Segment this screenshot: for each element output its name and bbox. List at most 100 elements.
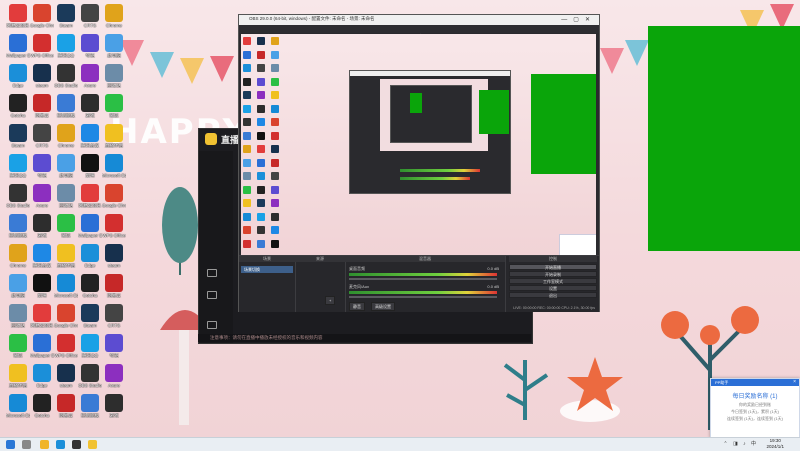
close-icon[interactable]: × [793, 379, 796, 386]
desktop-icon[interactable]: 游戏 [102, 394, 126, 418]
desktop-icon[interactable]: Gotcha [78, 274, 102, 298]
desktop-icon[interactable]: 控制面板 [54, 94, 78, 118]
desktop-icon[interactable]: Wallpaper Engine [30, 334, 54, 358]
desktop-icon[interactable]: 腾讯会议 [30, 244, 54, 268]
desktop-icon[interactable]: Chrome [102, 4, 126, 28]
desktop-icon[interactable]: Steam [6, 124, 30, 148]
desktop-icon[interactable]: 夸克 [102, 334, 126, 358]
scene-list-item[interactable]: 场景切换 [241, 266, 293, 273]
desktop-icon[interactable]: 夸克 [78, 34, 102, 58]
obs-preview-canvas[interactable] [241, 34, 596, 256]
obs-window[interactable]: OBS 29.0.0 (64-bit, windows) - 配置文件: 未命名… [238, 14, 600, 312]
desktop-icon[interactable]: Wallpaper Engine [78, 214, 102, 238]
desktop-icon[interactable]: Axure [30, 184, 54, 208]
window-icon[interactable] [207, 321, 217, 329]
desktop-icon[interactable]: 腾讯会议 [78, 124, 102, 148]
taskbar-clock[interactable]: 19:30 2024/1/1 [766, 438, 784, 450]
desktop-icon[interactable]: WPS Office [102, 214, 126, 238]
desktop-icon[interactable]: 直播伴侣 [6, 364, 30, 388]
search-icon[interactable] [22, 440, 31, 449]
desktop-icon[interactable]: 此电脑 [102, 34, 126, 58]
desktop-icon[interactable]: 微信 [54, 214, 78, 238]
desktop-icon[interactable]: Edge [6, 64, 30, 88]
notification-popup[interactable]: PP助手 × 每日奖励名称 (1) 你的奖励已经到账 今日签到 (1天)，累积 … [710, 378, 800, 438]
desktop-icon[interactable]: 腾讯QQ [78, 334, 102, 358]
image-icon[interactable] [207, 291, 217, 299]
desktop-icon[interactable]: 网易云音乐 [6, 4, 30, 28]
desktop-icon[interactable]: 网易云音乐 [30, 304, 54, 328]
desktop-icon[interactable]: CRTS [30, 124, 54, 148]
live-assistant-taskbar-icon[interactable] [88, 440, 97, 449]
desktop-icon[interactable]: 腾讯QQ [54, 34, 78, 58]
desktop-icon[interactable]: 回收站 [6, 304, 30, 328]
desktop-icon[interactable]: Chrome [6, 244, 30, 268]
system-tray[interactable]: ⌃ ◨ ♪ 中 [723, 440, 758, 447]
desktop-icon[interactable]: WPS Office [54, 334, 78, 358]
camera-icon[interactable] [207, 269, 217, 277]
desktop-icon[interactable]: 微信 [6, 334, 30, 358]
add-source-button[interactable]: + [325, 296, 336, 305]
desktop-icon[interactable]: OBS Studio [78, 364, 102, 388]
notification-app-name: PP助手 [715, 380, 729, 385]
window-controls[interactable]: —▢✕ [561, 16, 596, 23]
desktop-icon[interactable]: 直播伴侣 [54, 244, 78, 268]
desktop-icon[interactable]: 控制面板 [78, 394, 102, 418]
desktop-icon[interactable]: Axure [102, 364, 126, 388]
desktop-icon[interactable]: Axure [78, 64, 102, 88]
desktop-icon[interactable]: 微信 [102, 94, 126, 118]
desktop-icon[interactable]: 控制面板 [6, 214, 30, 238]
volume-slider[interactable] [349, 278, 497, 280]
start-recording-button[interactable]: 开始录制 [509, 271, 597, 277]
desktop-icon[interactable]: 回收站 [54, 184, 78, 208]
desktop-icon[interactable]: steam [30, 64, 54, 88]
desktop-icon[interactable]: 网易云 [54, 394, 78, 418]
desktop-icon[interactable]: Steam [78, 304, 102, 328]
desktop-icon[interactable]: Microsoft Edge [6, 394, 30, 418]
mute-button[interactable]: 静音 [349, 302, 365, 311]
desktop-icon[interactable]: 夸克 [30, 154, 54, 178]
desktop-icon[interactable]: CRTS [102, 304, 126, 328]
volume-slider[interactable] [349, 296, 497, 298]
start-streaming-button[interactable]: 开始直播 [509, 264, 597, 270]
obs-titlebar[interactable]: OBS 29.0.0 (64-bit, windows) - 配置文件: 未命名… [239, 15, 599, 25]
desktop-icon[interactable]: Gotcha [6, 94, 30, 118]
desktop-icon[interactable]: Steam [54, 4, 78, 28]
desktop-icon[interactable]: 游戏 [30, 214, 54, 238]
desktop-icon-label: Chrome [57, 143, 74, 148]
exit-button[interactable]: 退出 [509, 292, 597, 298]
desktop-icon[interactable]: Wallpaper Engine [6, 34, 30, 58]
desktop-icon[interactable]: Gotcha [30, 394, 54, 418]
studio-mode-button[interactable]: 工作室模式 [509, 278, 597, 284]
settings-button[interactable]: 设置 [509, 285, 597, 291]
desktop-icon[interactable]: Chrome [54, 124, 78, 148]
obs-taskbar-icon[interactable] [72, 440, 81, 449]
desktop-icon[interactable]: WPS Office [30, 34, 54, 58]
desktop-icon[interactable]: Google Chrome [30, 4, 54, 28]
desktop-icon[interactable]: 此电脑 [54, 154, 78, 178]
desktop-icon[interactable]: 网易云 [30, 94, 54, 118]
desktop-icon[interactable]: OBS Studio [6, 184, 30, 208]
desktop-icon[interactable]: Microsoft Edge [102, 154, 126, 178]
desktop-icon[interactable]: Google Chrome [102, 184, 126, 208]
desktop-icon[interactable]: 游戏 [78, 94, 102, 118]
desktop-icon[interactable]: 腾讯QQ [6, 154, 30, 178]
desktop-icon[interactable]: 回收站 [102, 64, 126, 88]
desktop-icon[interactable]: 剪映 [30, 274, 54, 298]
desktop-icon[interactable]: 剪映 [78, 154, 102, 178]
file-explorer-icon[interactable] [40, 440, 49, 449]
edge-icon[interactable] [56, 440, 65, 449]
desktop-icon[interactable]: Microsoft Edge [54, 274, 78, 298]
start-icon[interactable] [6, 440, 15, 449]
desktop-icon[interactable]: 此电脑 [6, 274, 30, 298]
desktop-icon[interactable]: 直播伴侣 [102, 124, 126, 148]
desktop-icon[interactable]: Edge [78, 244, 102, 268]
desktop-icon[interactable]: steam [54, 364, 78, 388]
desktop-icon[interactable]: steam [102, 244, 126, 268]
desktop-icon[interactable]: OBS Studio [54, 64, 78, 88]
advanced-audio-button[interactable]: 高级设置 [371, 302, 395, 311]
desktop-icon[interactable]: 网易云 [102, 274, 126, 298]
desktop-icon[interactable]: CRTS [78, 4, 102, 28]
desktop-icon[interactable]: 网易云音乐 [78, 184, 102, 208]
desktop-icon[interactable]: Google Chrome [54, 304, 78, 328]
desktop-icon[interactable]: Edge [30, 364, 54, 388]
